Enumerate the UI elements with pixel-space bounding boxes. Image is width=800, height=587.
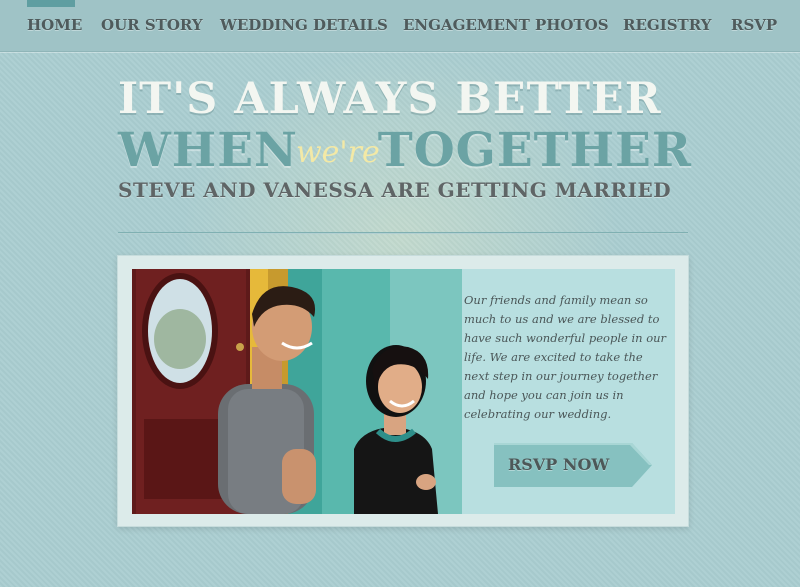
hero-subtitle: STEVE AND VANESSA ARE GETTING MARRIED — [118, 178, 672, 202]
welcome-card-panel: Our friends and family mean so much to u… — [132, 269, 675, 514]
nav-item-wedding-details[interactable]: WEDDING DETAILS — [220, 16, 388, 36]
couple-photo — [132, 269, 462, 514]
welcome-card: Our friends and family mean so much to u… — [117, 255, 689, 527]
rsvp-now-label: RSVP NOW — [508, 455, 610, 474]
hero-heading-together: TOGETHER — [377, 123, 692, 178]
hero-heading-line2: WHENwe'reTOGETHER — [118, 127, 691, 174]
hero-heading-when: WHEN — [118, 123, 298, 178]
nav-item-our-story[interactable]: OUR STORY — [101, 16, 203, 36]
nav-item-registry[interactable]: REGISTRY — [623, 16, 711, 36]
section-divider — [118, 232, 688, 234]
nav-item-rsvp[interactable]: RSVP — [731, 16, 777, 36]
active-nav-marker — [27, 0, 75, 7]
nav-item-engagement-photos[interactable]: ENGAGEMENT PHOTOS — [403, 16, 609, 36]
hero-heading-script: we're — [295, 135, 380, 170]
nav-item-home[interactable]: HOME — [27, 16, 82, 36]
rsvp-now-button[interactable]: RSVP NOW — [494, 443, 654, 487]
welcome-message: Our friends and family mean so much to u… — [464, 293, 667, 421]
top-navigation: HOME OUR STORY WEDDING DETAILS ENGAGEMEN… — [0, 0, 800, 52]
hero-heading-line1: IT'S ALWAYS BETTER — [118, 74, 662, 124]
